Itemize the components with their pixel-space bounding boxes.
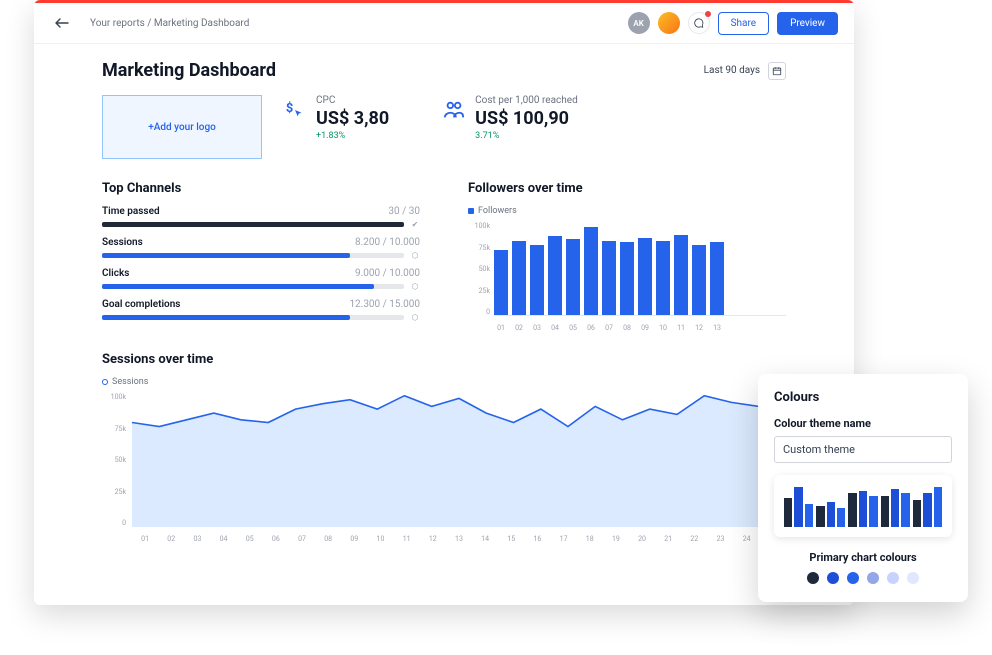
audience-icon: [443, 99, 465, 125]
primary-colours-label: Primary chart colours: [774, 551, 952, 564]
followers-legend: Followers: [468, 206, 786, 216]
back-button[interactable]: [50, 11, 74, 35]
top-channels-title: Top Channels: [102, 181, 420, 196]
colour-swatch[interactable]: [807, 572, 819, 584]
colour-swatch[interactable]: [847, 572, 859, 584]
bar: [566, 239, 580, 315]
followers-bar-chart: 100k75k50k25k0 0102030405060708091011121…: [468, 222, 786, 332]
breadcrumb[interactable]: Your reports / Marketing Dashboard: [90, 18, 612, 29]
channel-row: Clicks 9.000 / 10.000 ⬡: [102, 268, 420, 291]
lock-icon: ⬡: [410, 251, 420, 260]
calendar-icon: [768, 62, 786, 80]
dollar-cursor-icon: $: [284, 99, 306, 125]
bar: [710, 242, 724, 315]
preview-button[interactable]: Preview: [777, 12, 838, 35]
progress-track: [102, 315, 404, 320]
arrow-left-icon: [55, 18, 69, 28]
content: Marketing Dashboard Last 90 days +Add yo…: [34, 44, 854, 567]
kpi-cpc-delta: +1.83%: [316, 131, 389, 141]
bar: [548, 236, 562, 315]
bar: [584, 227, 598, 315]
progress-track: [102, 284, 404, 289]
bar: [638, 238, 652, 315]
colour-theme-input[interactable]: [774, 436, 952, 463]
channel-name: Goal completions: [102, 299, 180, 310]
bar: [512, 241, 526, 315]
channel-name: Sessions: [102, 237, 143, 248]
channel-row: Goal completions 12.300 / 15.000 ⬡: [102, 299, 420, 322]
lock-icon: ⬡: [410, 282, 420, 291]
check-icon: ✔: [410, 220, 420, 229]
progress-track: [102, 253, 404, 258]
followers-chart: Followers over time Followers 100k75k50k…: [468, 181, 786, 332]
channel-value: 12.300 / 15.000: [349, 299, 420, 310]
bar: [602, 241, 616, 315]
kpi-cpc-value: US$ 3,80: [316, 108, 389, 129]
svg-text:$: $: [286, 101, 293, 116]
share-button[interactable]: Share: [718, 12, 769, 35]
chat-icon: [694, 18, 704, 28]
date-range-label: Last 90 days: [704, 65, 760, 76]
colour-swatch[interactable]: [827, 572, 839, 584]
top-channels: Top Channels Time passed 30 / 30 ✔ Session…: [102, 181, 420, 332]
sessions-line-chart: 100k75k50k25k0 0102030405060708091011121…: [102, 393, 786, 543]
channel-value: 9.000 / 10.000: [355, 268, 420, 279]
channel-name: Clicks: [102, 268, 129, 279]
app-window: Your reports / Marketing Dashboard AK Sh…: [34, 0, 854, 605]
bar: [656, 241, 670, 315]
header: Your reports / Marketing Dashboard AK Sh…: [34, 3, 854, 44]
page-title: Marketing Dashboard: [102, 60, 276, 81]
avatar-user[interactable]: AK: [628, 12, 650, 34]
channel-value: 8.200 / 10.000: [355, 237, 420, 248]
kpi-cpc: $ CPC US$ 3,80 +1.83%: [284, 95, 389, 159]
kpi-cpr-delta: 3.71%: [475, 131, 578, 141]
avatar-collaborator[interactable]: [658, 12, 680, 34]
sessions-chart: Sessions over time Sessions 100k75k50k25…: [102, 352, 786, 543]
kpi-cpc-label: CPC: [316, 95, 389, 106]
notification-dot: [705, 11, 711, 17]
sessions-legend: Sessions: [102, 377, 786, 387]
channel-row: Sessions 8.200 / 10.000 ⬡: [102, 237, 420, 260]
bar: [692, 245, 706, 315]
colours-title: Colours: [774, 390, 952, 405]
bar: [530, 245, 544, 315]
add-logo-button[interactable]: +Add your logo: [102, 95, 262, 159]
colour-theme-label: Colour theme name: [774, 417, 952, 430]
kpi-cpr-value: US$ 100,90: [475, 108, 578, 129]
kpi-cpr: Cost per 1,000 reached US$ 100,90 3.71%: [443, 95, 578, 159]
colour-swatches: [774, 572, 952, 584]
channel-name: Time passed: [102, 206, 160, 217]
bar: [494, 250, 508, 315]
header-actions: AK Share Preview: [628, 12, 838, 35]
followers-title: Followers over time: [468, 181, 786, 196]
theme-preview: [774, 475, 952, 537]
colour-swatch[interactable]: [867, 572, 879, 584]
date-range-picker[interactable]: Last 90 days: [704, 62, 786, 80]
colour-swatch[interactable]: [907, 572, 919, 584]
progress-track: [102, 222, 404, 227]
colour-swatch[interactable]: [887, 572, 899, 584]
kpi-cpr-label: Cost per 1,000 reached: [475, 95, 578, 106]
notifications-button[interactable]: [688, 12, 710, 34]
colours-panel: Colours Colour theme name Primary chart …: [758, 374, 968, 602]
channel-value: 30 / 30: [388, 206, 420, 217]
channel-row: Time passed 30 / 30 ✔: [102, 206, 420, 229]
sessions-title: Sessions over time: [102, 352, 786, 367]
bar: [674, 235, 688, 315]
bar: [620, 242, 634, 315]
lock-icon: ⬡: [410, 313, 420, 322]
